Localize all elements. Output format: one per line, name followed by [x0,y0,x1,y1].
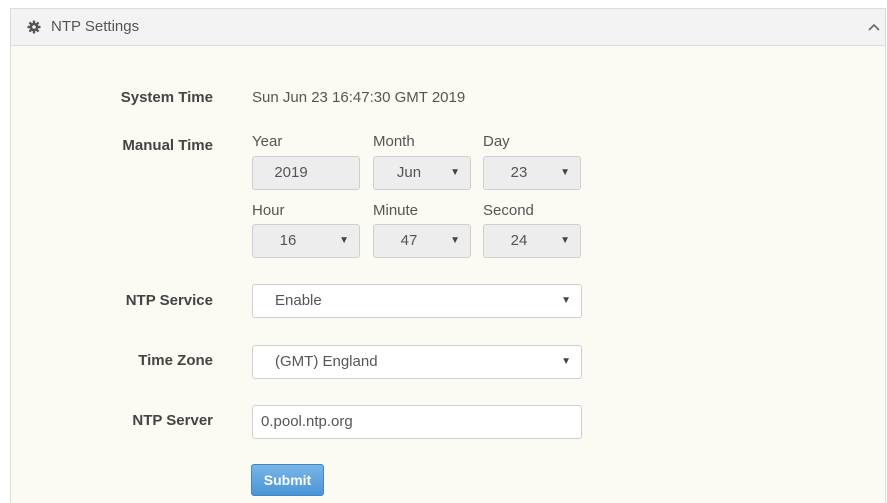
month-label: Month [373,133,415,150]
chevron-down-icon: ▼ [561,295,571,306]
ntp-settings-panel: NTP Settings System Time Sun Jun 23 16:4… [10,8,886,503]
submit-button[interactable]: Submit [251,464,324,496]
day-value: 23 [510,164,528,181]
chevron-up-icon[interactable] [867,20,881,34]
system-time-label: System Time [120,89,213,106]
ntp-server-input[interactable]: 0.pool.ntp.org [252,405,582,439]
time-zone-value: (GMT) England [275,353,378,370]
hour-label: Hour [252,202,285,219]
hour-value: 16 [279,232,297,249]
chevron-down-icon: ▼ [450,167,460,178]
second-label: Second [483,202,534,219]
panel-header[interactable]: NTP Settings [11,9,885,46]
chevron-down-icon: ▼ [450,235,460,246]
ntp-server-value: 0.pool.ntp.org [261,413,353,430]
day-label: Day [483,133,510,150]
month-select[interactable]: Jun ▼ [373,156,471,190]
day-select[interactable]: 23 ▼ [483,156,581,190]
panel-title: NTP Settings [51,18,140,35]
time-zone-select[interactable]: (GMT) England ▼ [252,345,582,379]
year-label: Year [252,133,283,150]
minute-value: 47 [400,232,418,249]
system-time-value: Sun Jun 23 16:47:30 GMT 2019 [252,89,466,106]
minute-label: Minute [373,202,419,219]
ntp-service-label: NTP Service [125,292,213,309]
chevron-down-icon: ▼ [560,235,570,246]
chevron-down-icon: ▼ [339,235,349,246]
manual-time-label: Manual Time [122,137,213,154]
second-select[interactable]: 24 ▼ [483,224,581,258]
month-value: Jun [396,164,422,181]
hour-select[interactable]: 16 ▼ [252,224,360,258]
chevron-down-icon: ▼ [561,356,571,367]
year-input[interactable]: 2019 [252,156,360,190]
ntp-service-select[interactable]: Enable ▼ [252,284,582,318]
gear-icon [27,20,41,34]
minute-select[interactable]: 47 ▼ [373,224,471,258]
year-value: 2019 [274,164,308,181]
ntp-service-value: Enable [275,292,322,309]
time-zone-label: Time Zone [138,352,213,369]
ntp-server-label: NTP Server [132,412,213,429]
chevron-down-icon: ▼ [560,167,570,178]
second-value: 24 [510,232,528,249]
